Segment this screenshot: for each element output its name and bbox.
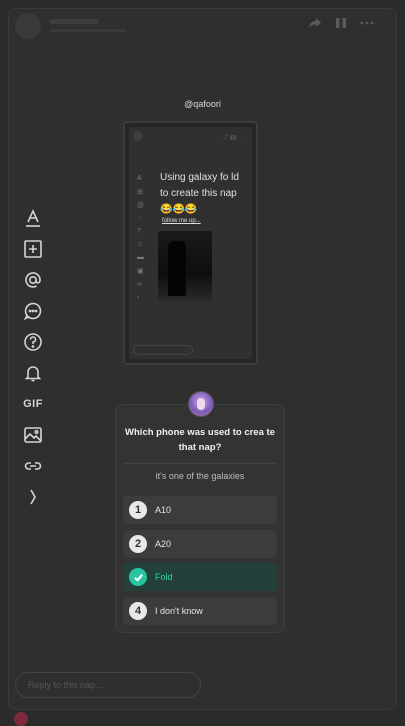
poll-hint: it's one of the galaxies — [155, 471, 245, 481]
story-username: @qafoori — [184, 99, 221, 109]
text-icon[interactable] — [22, 207, 44, 229]
image-icon[interactable] — [22, 424, 44, 446]
preview-mention-icon: @ — [137, 202, 145, 209]
reply-input[interactable]: Reply to this nap... — [15, 672, 201, 698]
preview-reply-box — [133, 345, 193, 355]
preview-avatar — [133, 131, 143, 141]
gif-icon[interactable]: GIF — [22, 393, 44, 415]
link-icon[interactable] — [22, 455, 44, 477]
preview-caption: Using galaxy fo ld to create this nap 😂😂… — [160, 172, 239, 215]
preview-chevron-icon: › — [137, 294, 140, 301]
author-name-placeholder — [49, 19, 99, 24]
option-number-badge: 4 — [129, 602, 147, 620]
preview-toolbar: A ⊞ @ ◌ ? ♫ ▬ ▣ ∞ › — [137, 175, 144, 301]
preview-text-icon: A — [137, 175, 142, 182]
chevron-right-icon[interactable] — [22, 486, 44, 508]
poll-option-2[interactable]: 2 A20 — [123, 530, 277, 558]
share-icon[interactable] — [308, 16, 322, 30]
quiz-poll-card: Which phone was used to crea te that nap… — [115, 391, 285, 633]
preview-image-icon: ▣ — [137, 268, 144, 275]
mention-icon[interactable] — [22, 269, 44, 291]
preview-chat-icon: ◌ — [137, 215, 142, 222]
preview-link-icon: ∞ — [137, 281, 142, 288]
more-icon[interactable] — [360, 16, 374, 30]
poll-option-4[interactable]: 4 I don't know — [123, 597, 277, 625]
author-meta-placeholder — [49, 29, 127, 32]
poll-option-1[interactable]: 1 A10 — [123, 496, 277, 524]
option-label: Fold — [155, 572, 173, 582]
author-avatar[interactable] — [15, 13, 41, 39]
option-label: A20 — [155, 539, 172, 549]
option-number-badge: 1 — [129, 501, 147, 519]
user-avatar[interactable] — [14, 712, 28, 726]
option-label: I don't know — [155, 606, 203, 616]
preview-bell-icon: ♫ — [137, 241, 143, 248]
option-label: A10 — [155, 505, 172, 515]
poll-avatar — [188, 391, 214, 417]
pause-icon[interactable] — [334, 16, 348, 30]
add-icon[interactable] — [22, 238, 44, 260]
preview-follow-link: follow me up... — [162, 218, 201, 224]
poll-question: Which phone was used to crea te that nap… — [125, 427, 275, 453]
story-header — [9, 9, 396, 45]
option-number-badge: 2 — [129, 535, 147, 553]
story-preview-content: ⤴ ▮▮ ⋯ A ⊞ @ ◌ ? ♫ ▬ ▣ ∞ › Using galaxy … — [129, 127, 252, 359]
story-preview: ⤴ ▮▮ ⋯ A ⊞ @ ◌ ? ♫ ▬ ▣ ∞ › Using galaxy … — [123, 121, 258, 365]
question-icon[interactable] — [22, 331, 44, 353]
bell-icon[interactable] — [22, 362, 44, 384]
poll-divider — [124, 463, 276, 464]
preview-add-icon: ⊞ — [137, 189, 143, 196]
preview-header-icons: ⤴ ▮▮ ⋯ — [222, 135, 244, 141]
preview-question-icon: ? — [137, 228, 141, 235]
check-icon — [129, 568, 147, 586]
preview-gif-icon: ▬ — [137, 254, 144, 261]
chat-icon[interactable] — [22, 300, 44, 322]
poll-option-3-correct[interactable]: Fold — [123, 563, 277, 591]
preview-photo — [158, 231, 212, 302]
